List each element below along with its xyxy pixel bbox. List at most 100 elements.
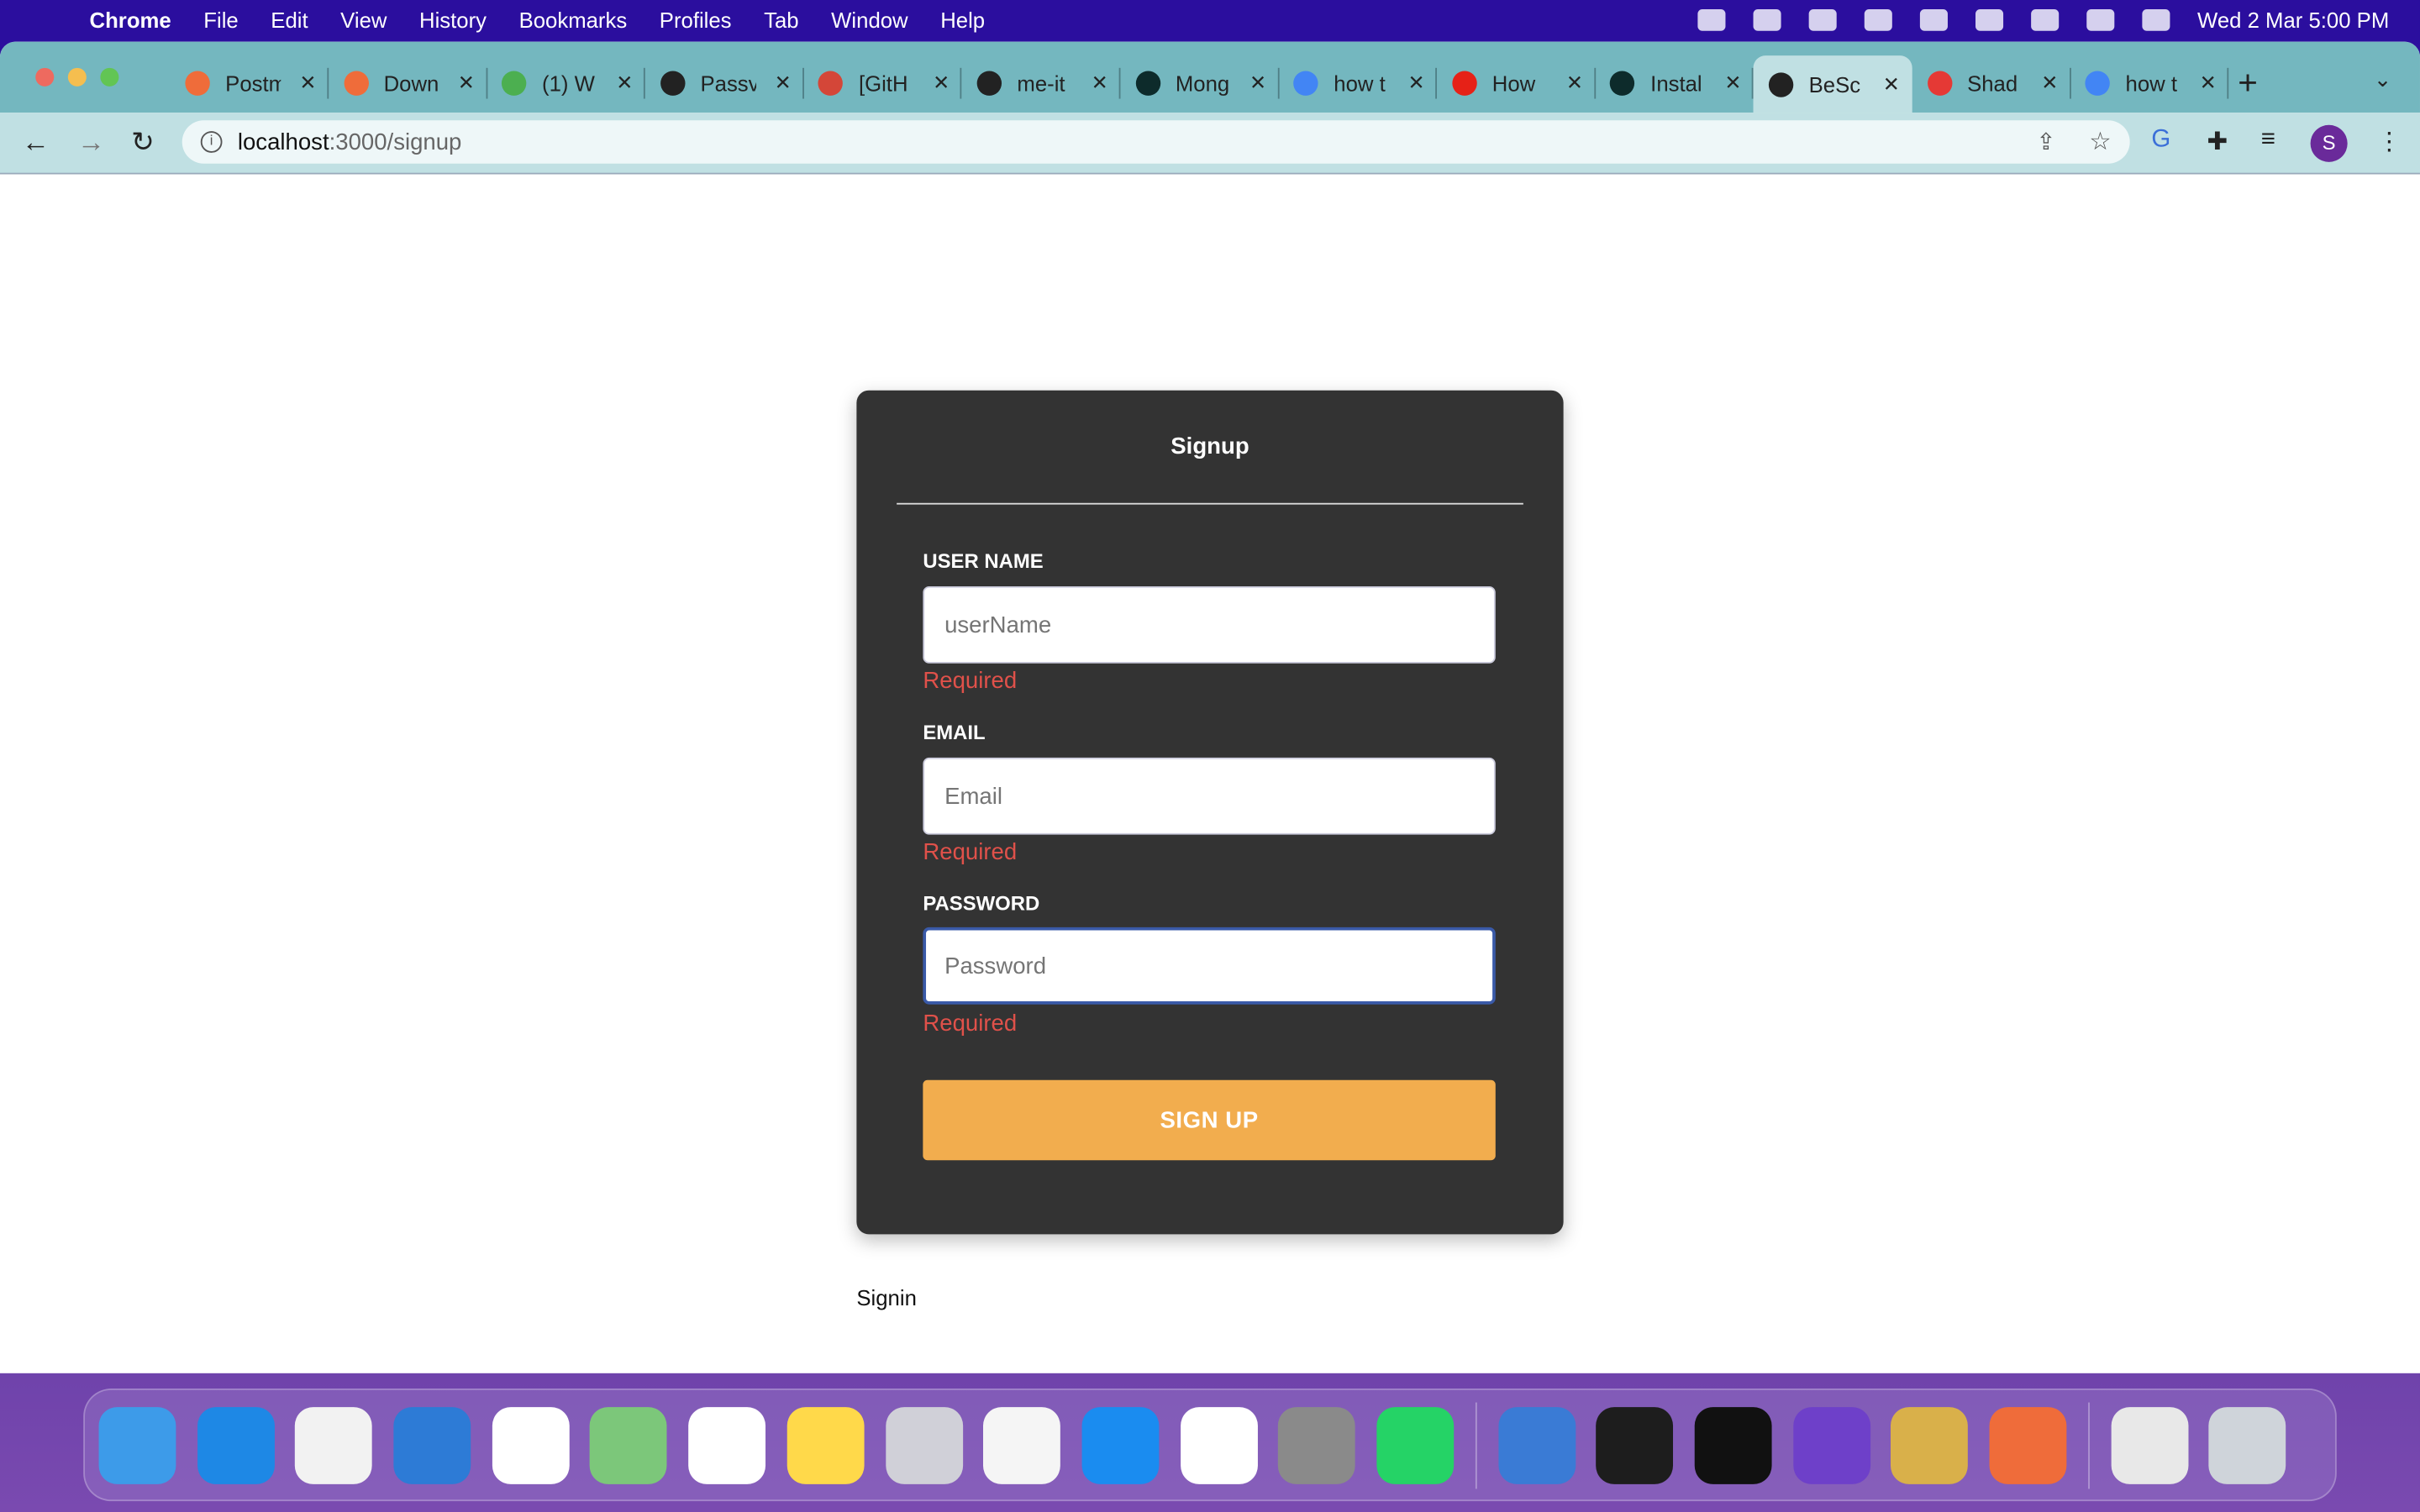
toolbar: ← → ↻ i localhost:3000/signup ⇪ ☆ G ✚ ≡ … — [0, 113, 2420, 175]
tab-close-icon[interactable]: ✕ — [2041, 71, 2058, 95]
tab-title: How — [1491, 71, 1536, 96]
dock-xcode-icon[interactable] — [393, 1406, 471, 1484]
back-button[interactable]: ← — [22, 127, 50, 160]
tab-close-icon[interactable]: ✕ — [933, 71, 950, 95]
menu-view[interactable]: View — [340, 8, 387, 32]
tab[interactable]: Mong ✕ — [1120, 60, 1279, 107]
signin-link[interactable]: Signin — [856, 1285, 916, 1310]
close-window-button[interactable] — [35, 67, 55, 87]
dock-github-desktop-icon[interactable] — [1792, 1406, 1870, 1484]
tab-close-icon[interactable]: ✕ — [1883, 71, 1900, 96]
tab-search-chevron-icon[interactable]: ⌄ — [2374, 66, 2392, 92]
site-info-icon[interactable]: i — [200, 131, 223, 153]
google-translate-icon[interactable]: G — [2151, 127, 2170, 155]
chrome-menu-icon[interactable]: ⋮ — [2377, 127, 2402, 158]
play-icon[interactable] — [1753, 9, 1781, 31]
tab[interactable]: how t ✕ — [1278, 60, 1438, 107]
sign-up-button[interactable]: SIGN UP — [923, 1079, 1496, 1161]
siri-icon[interactable] — [2141, 9, 2170, 31]
forward-button[interactable]: → — [77, 127, 105, 160]
dock-photos-icon[interactable] — [688, 1406, 766, 1484]
dock-archive-utility-icon[interactable] — [1891, 1406, 1969, 1484]
tab[interactable]: BeSc ✕ — [1753, 55, 1912, 113]
menu-file[interactable]: File — [203, 8, 238, 32]
dock-launchpad-icon[interactable] — [885, 1406, 963, 1484]
input-source-icon[interactable] — [1808, 9, 1837, 31]
tab-close-icon[interactable]: ✕ — [616, 71, 633, 95]
share-icon[interactable]: ⇪ — [2036, 128, 2055, 155]
tab[interactable]: me-it ✕ — [961, 60, 1121, 107]
dock-onedrive-icon[interactable] — [1180, 1406, 1258, 1484]
dock-system-preferences-icon[interactable] — [1278, 1406, 1356, 1484]
reload-button[interactable]: ↻ — [131, 127, 155, 160]
tab[interactable]: Instal ✕ — [1595, 60, 1754, 107]
tab[interactable]: Down ✕ — [328, 60, 487, 107]
menu-profiles[interactable]: Profiles — [660, 8, 732, 32]
tab-close-icon[interactable]: ✕ — [1249, 71, 1266, 95]
tab-title: Postm — [225, 71, 281, 96]
menu-help[interactable]: Help — [940, 8, 985, 32]
username-input[interactable] — [923, 585, 1496, 664]
menu-app-name[interactable]: Chrome — [90, 8, 171, 32]
menu-history[interactable]: History — [419, 8, 487, 32]
bookmark-star-icon[interactable]: ☆ — [2089, 127, 2111, 158]
dock-pages-icon[interactable] — [983, 1406, 1061, 1484]
tab-title: Down — [383, 71, 439, 96]
dock-whatsapp-icon[interactable] — [1376, 1406, 1455, 1484]
profile-avatar[interactable]: S — [2310, 124, 2348, 162]
tab[interactable]: [GitH ✕ — [803, 60, 963, 107]
tab[interactable]: How ✕ — [1437, 60, 1596, 107]
minimize-window-button[interactable] — [67, 67, 87, 87]
menu-tab[interactable]: Tab — [764, 8, 798, 32]
tab-title: Shad — [1967, 71, 2018, 96]
tab-close-icon[interactable]: ✕ — [299, 71, 316, 95]
tab-title: how t — [2125, 71, 2177, 96]
dock-notes-icon[interactable] — [786, 1406, 865, 1484]
password-input[interactable] — [923, 927, 1496, 1005]
menu-edit[interactable]: Edit — [271, 8, 308, 32]
address-bar[interactable]: i localhost:3000/signup ⇪ ☆ — [182, 120, 2130, 164]
dock-vscode-icon[interactable] — [492, 1406, 570, 1484]
onedrive-icon[interactable] — [1697, 9, 1726, 31]
dock-maps-icon[interactable] — [590, 1406, 668, 1484]
clock[interactable]: Wed 2 Mar 5:00 PM — [2197, 8, 2389, 32]
tab[interactable]: how t ✕ — [2070, 60, 2229, 107]
tab-close-icon[interactable]: ✕ — [1566, 71, 1583, 95]
bluetooth-icon[interactable] — [1864, 9, 1892, 31]
dock-chrome-icon[interactable] — [295, 1406, 373, 1484]
email-error: Required — [923, 839, 1018, 866]
battery-icon[interactable] — [1919, 9, 1948, 31]
tab-close-icon[interactable]: ✕ — [2200, 71, 2217, 95]
wifi-icon[interactable] — [1975, 9, 2003, 31]
tab[interactable]: Postm ✕ — [170, 60, 329, 107]
tab-close-icon[interactable]: ✕ — [1724, 71, 1741, 95]
tab-favicon-icon — [1768, 71, 1794, 97]
tab[interactable]: (1) W ✕ — [487, 60, 646, 107]
menu-window[interactable]: Window — [831, 8, 908, 32]
dock-postman-icon[interactable] — [1989, 1406, 2067, 1484]
tab-close-icon[interactable]: ✕ — [1092, 71, 1108, 95]
new-tab-button[interactable]: + — [2238, 63, 2258, 103]
dock-iterm-icon[interactable] — [1694, 1406, 1772, 1484]
tab[interactable]: Passv ✕ — [644, 60, 804, 107]
email-input[interactable] — [923, 757, 1496, 835]
dock-safari-icon[interactable] — [197, 1406, 275, 1484]
spotlight-icon[interactable] — [2030, 9, 2059, 31]
media-controls-icon[interactable]: ≡ — [2261, 127, 2275, 155]
url-host: localhost — [237, 129, 329, 155]
menu-bookmarks[interactable]: Bookmarks — [519, 8, 628, 32]
extensions-puzzle-icon[interactable]: ✚ — [2207, 127, 2228, 158]
dock-finder-icon[interactable] — [98, 1406, 176, 1484]
dock-simulator-icon[interactable] — [1497, 1406, 1576, 1484]
tab[interactable]: Shad ✕ — [1912, 60, 2071, 107]
tab-close-icon[interactable]: ✕ — [1407, 71, 1424, 95]
dock-downloads-stack-icon[interactable] — [2111, 1406, 2189, 1484]
dock-terminal-icon[interactable] — [1596, 1406, 1674, 1484]
zoom-window-button[interactable] — [100, 67, 119, 87]
password-error: Required — [923, 1011, 1018, 1037]
dock-app-store-icon[interactable] — [1081, 1406, 1160, 1484]
tab-close-icon[interactable]: ✕ — [458, 71, 475, 95]
tab-close-icon[interactable]: ✕ — [775, 71, 792, 95]
control-center-icon[interactable] — [2086, 9, 2114, 31]
dock-trash-icon[interactable] — [2209, 1406, 2287, 1484]
